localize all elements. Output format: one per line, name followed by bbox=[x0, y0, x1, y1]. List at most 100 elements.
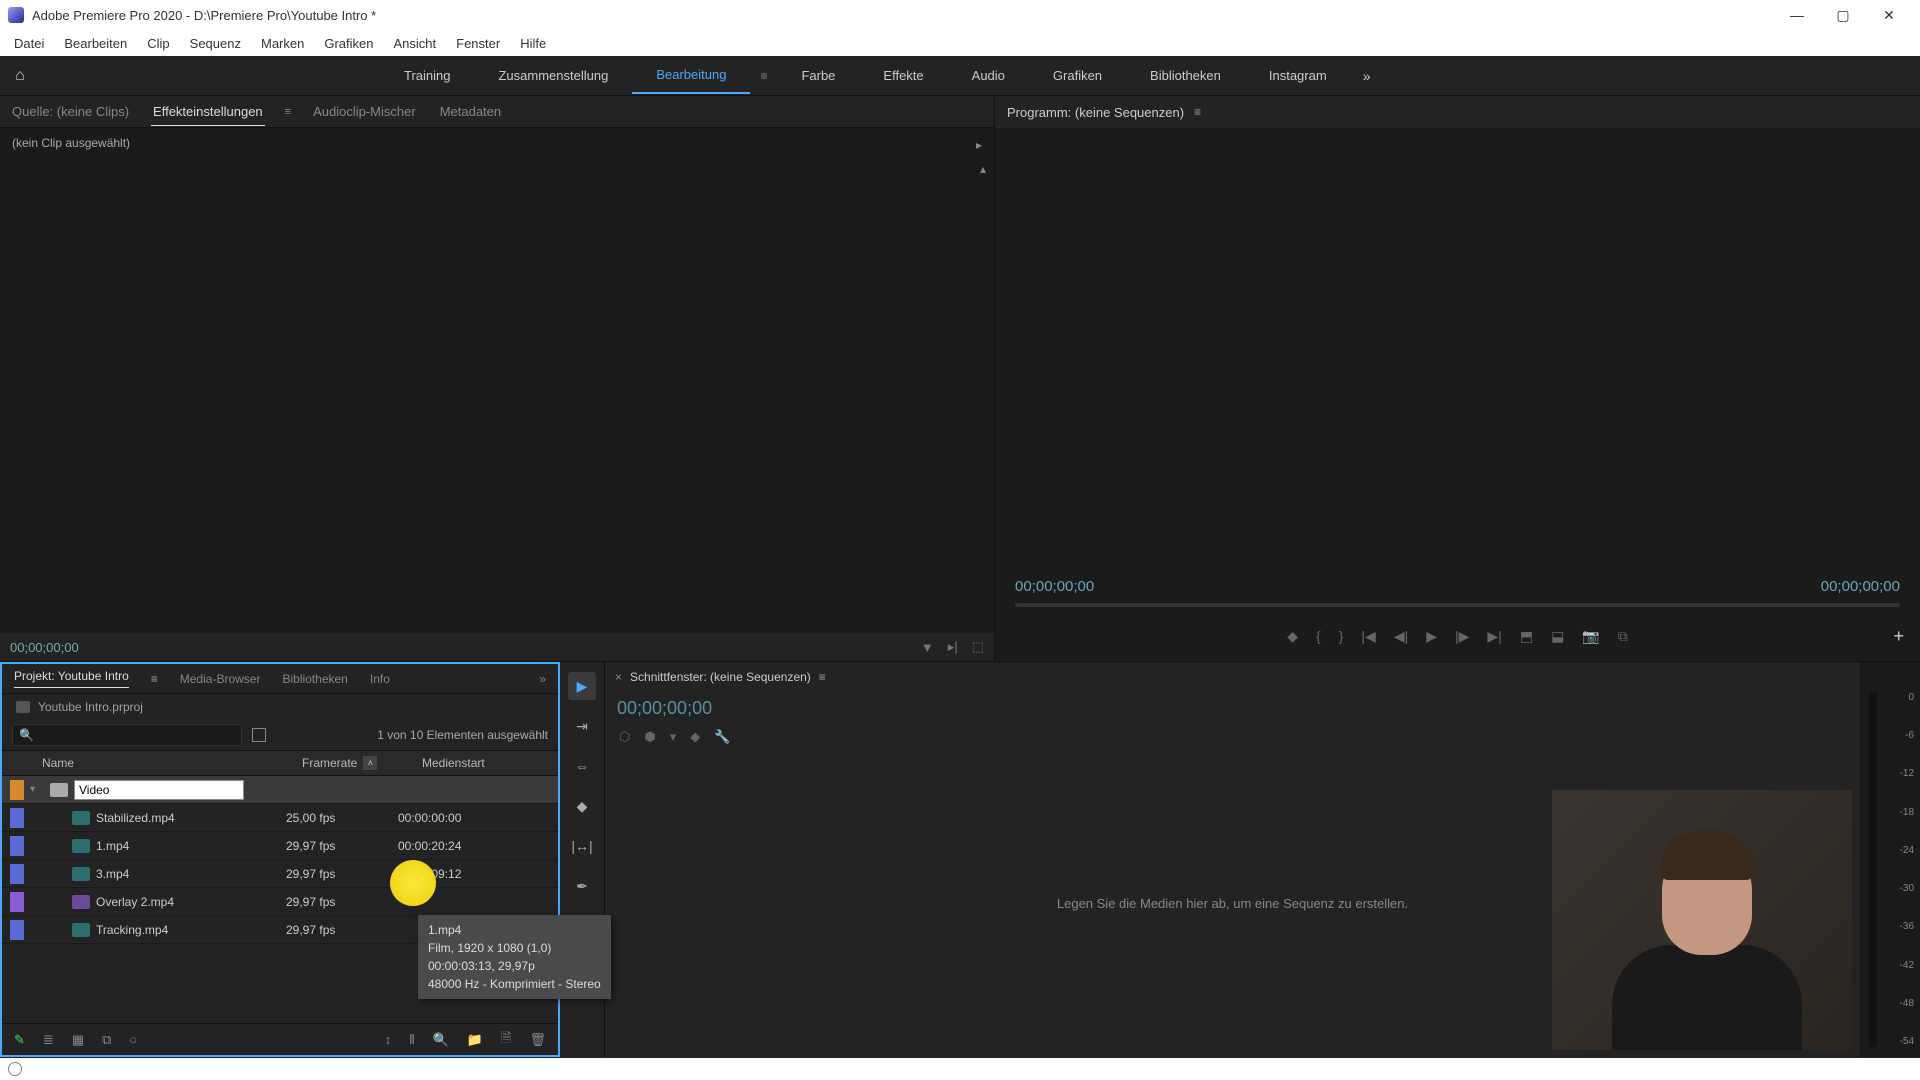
trash-icon[interactable]: 🗑 bbox=[529, 1032, 546, 1048]
label-tag[interactable] bbox=[10, 780, 24, 800]
out-point-icon[interactable]: } bbox=[1339, 628, 1344, 644]
workspace-zusammenstellung[interactable]: Zusammenstellung bbox=[474, 58, 632, 93]
sort-icon[interactable]: ↕ bbox=[385, 1032, 392, 1047]
home-icon[interactable]: ⌂ bbox=[0, 56, 40, 96]
maximize-button[interactable]: ▢ bbox=[1820, 0, 1866, 30]
search-input[interactable]: 🔍 bbox=[12, 724, 242, 746]
bin-rename-input[interactable] bbox=[74, 780, 244, 800]
workspace-bibliotheken[interactable]: Bibliotheken bbox=[1126, 58, 1245, 93]
go-to-in-icon[interactable]: |◀ bbox=[1361, 628, 1375, 645]
workspace-options-icon[interactable]: ≡ bbox=[750, 69, 777, 83]
timeline-menu-icon[interactable]: ≡ bbox=[819, 670, 826, 684]
wrench-icon[interactable]: 🔧 bbox=[714, 729, 730, 745]
settings-icon[interactable]: ◆ bbox=[690, 729, 700, 745]
workspace-farbe[interactable]: Farbe bbox=[777, 58, 859, 93]
workspace-grafiken[interactable]: Grafiken bbox=[1029, 58, 1126, 93]
automate-icon[interactable]: ⫴ bbox=[409, 1032, 414, 1048]
track-select-tool-icon[interactable]: ⇥ bbox=[568, 712, 596, 740]
new-bin-icon[interactable]: 📁 bbox=[467, 1032, 483, 1048]
zoom-slider-icon[interactable]: ○ bbox=[129, 1032, 137, 1047]
program-slider[interactable] bbox=[1015, 603, 1900, 607]
tab-media-browser[interactable]: Media-Browser bbox=[180, 672, 261, 686]
overwrite-icon[interactable]: ⬚ bbox=[972, 639, 984, 655]
filter-icon[interactable]: ▼ bbox=[921, 640, 934, 655]
selection-tool-icon[interactable]: ▶ bbox=[568, 672, 596, 700]
column-medienstart[interactable]: Medienstart bbox=[412, 756, 522, 770]
menu-clip[interactable]: Clip bbox=[137, 32, 179, 55]
expand-icon[interactable]: ▸ bbox=[976, 138, 982, 152]
tab-libraries[interactable]: Bibliotheken bbox=[282, 672, 347, 686]
tab-audio-mixer[interactable]: Audioclip-Mischer bbox=[311, 98, 418, 125]
menu-marken[interactable]: Marken bbox=[251, 32, 314, 55]
ripple-edit-tool-icon[interactable]: ⇔ bbox=[568, 752, 596, 780]
clip-row[interactable]: 1.mp4 29,97 fps 00:00:20:24 bbox=[2, 832, 558, 860]
workspace-instagram[interactable]: Instagram bbox=[1245, 58, 1351, 93]
add-button-icon[interactable]: + bbox=[1893, 626, 1904, 647]
list-view-icon[interactable]: ≣ bbox=[43, 1032, 54, 1048]
bin-row[interactable]: ▾ bbox=[2, 776, 558, 804]
workspace-bearbeitung[interactable]: Bearbeitung bbox=[632, 57, 750, 94]
label-tag[interactable] bbox=[10, 892, 24, 912]
menu-bearbeiten[interactable]: Bearbeiten bbox=[54, 32, 137, 55]
write-icon[interactable]: ✎ bbox=[14, 1032, 25, 1048]
menu-hilfe[interactable]: Hilfe bbox=[510, 32, 556, 55]
tab-source[interactable]: Quelle: (keine Clips) bbox=[10, 98, 131, 125]
extract-icon[interactable]: ⬓ bbox=[1551, 628, 1564, 645]
pen-tool-icon[interactable]: ✒ bbox=[568, 872, 596, 900]
project-tab-menu-icon[interactable]: ≡ bbox=[151, 672, 158, 686]
workspace-audio[interactable]: Audio bbox=[948, 58, 1029, 93]
clip-row[interactable]: Stabilized.mp4 25,00 fps 00:00:00:00 bbox=[2, 804, 558, 832]
icon-view-icon[interactable]: ▦ bbox=[72, 1032, 84, 1048]
slip-tool-icon[interactable]: |↔| bbox=[568, 832, 596, 860]
snap-icon[interactable]: ⬡ bbox=[619, 729, 630, 745]
chevron-down-icon[interactable]: ▾ bbox=[30, 784, 44, 795]
export-frame-icon[interactable]: 📷 bbox=[1582, 628, 1599, 645]
column-framerate[interactable]: Framerate˄ bbox=[292, 756, 412, 770]
insert-icon[interactable]: ▸| bbox=[948, 639, 958, 655]
collapse-icon[interactable]: ▴ bbox=[980, 162, 986, 176]
workspace-training[interactable]: Training bbox=[380, 58, 474, 93]
new-item-icon[interactable]: 🗎 bbox=[501, 1029, 511, 1051]
tab-metadata[interactable]: Metadaten bbox=[438, 98, 503, 125]
tab-effect-controls[interactable]: Effekteinstellungen bbox=[151, 98, 265, 126]
comparison-icon[interactable]: ⧉ bbox=[1618, 628, 1628, 645]
menu-sequenz[interactable]: Sequenz bbox=[180, 32, 251, 55]
step-forward-icon[interactable]: |▶ bbox=[1455, 628, 1469, 645]
menu-grafiken[interactable]: Grafiken bbox=[314, 32, 383, 55]
thumbnail-toggle-icon[interactable] bbox=[252, 728, 266, 742]
tabs-overflow-icon[interactable]: » bbox=[539, 672, 546, 686]
label-tag[interactable] bbox=[10, 836, 24, 856]
find-icon[interactable]: 🔍 bbox=[433, 1032, 449, 1048]
label-tag[interactable] bbox=[10, 808, 24, 828]
marker-add-icon[interactable]: ▾ bbox=[670, 729, 677, 745]
label-tag[interactable] bbox=[10, 864, 24, 884]
step-back-icon[interactable]: ◀| bbox=[1394, 628, 1408, 645]
razor-tool-icon[interactable]: ◆ bbox=[568, 792, 596, 820]
freeform-view-icon[interactable]: ⧉ bbox=[102, 1032, 111, 1048]
tab-info[interactable]: Info bbox=[370, 672, 390, 686]
column-name[interactable]: Name bbox=[2, 756, 292, 770]
menu-fenster[interactable]: Fenster bbox=[446, 32, 510, 55]
play-icon[interactable]: ▶ bbox=[1426, 628, 1437, 645]
menu-ansicht[interactable]: Ansicht bbox=[383, 32, 446, 55]
timeline-close-icon[interactable]: × bbox=[615, 670, 622, 684]
minimize-button[interactable]: — bbox=[1774, 0, 1820, 30]
lift-icon[interactable]: ⬒ bbox=[1520, 628, 1533, 645]
tab-project[interactable]: Projekt: Youtube Intro bbox=[14, 669, 129, 688]
program-viewer[interactable]: 00;00;00;00 00;00;00;00 ◆ { } |◀ ◀| ▶ |▶… bbox=[995, 128, 1920, 661]
menu-datei[interactable]: Datei bbox=[4, 32, 54, 55]
workspace-overflow-icon[interactable]: » bbox=[1363, 68, 1371, 84]
workspace-effekte[interactable]: Effekte bbox=[859, 58, 947, 93]
tab-menu-icon[interactable]: ≡ bbox=[285, 106, 291, 118]
linked-selection-icon[interactable]: ⬢ bbox=[644, 729, 655, 745]
label-tag[interactable] bbox=[10, 920, 24, 940]
in-point-icon[interactable]: { bbox=[1316, 628, 1321, 644]
clip-row[interactable]: Overlay 2.mp4 29,97 fps bbox=[2, 888, 558, 916]
program-menu-icon[interactable]: ≡ bbox=[1194, 105, 1201, 119]
video-clip-icon bbox=[72, 867, 90, 881]
clip-row[interactable]: 3.mp4 29,97 fps 00:00:09:12 bbox=[2, 860, 558, 888]
go-to-out-icon[interactable]: ▶| bbox=[1487, 628, 1501, 645]
marker-icon[interactable]: ◆ bbox=[1287, 628, 1298, 645]
timeline-timecode[interactable]: 00;00;00;00 bbox=[605, 692, 1860, 725]
close-button[interactable]: ✕ bbox=[1866, 0, 1912, 30]
